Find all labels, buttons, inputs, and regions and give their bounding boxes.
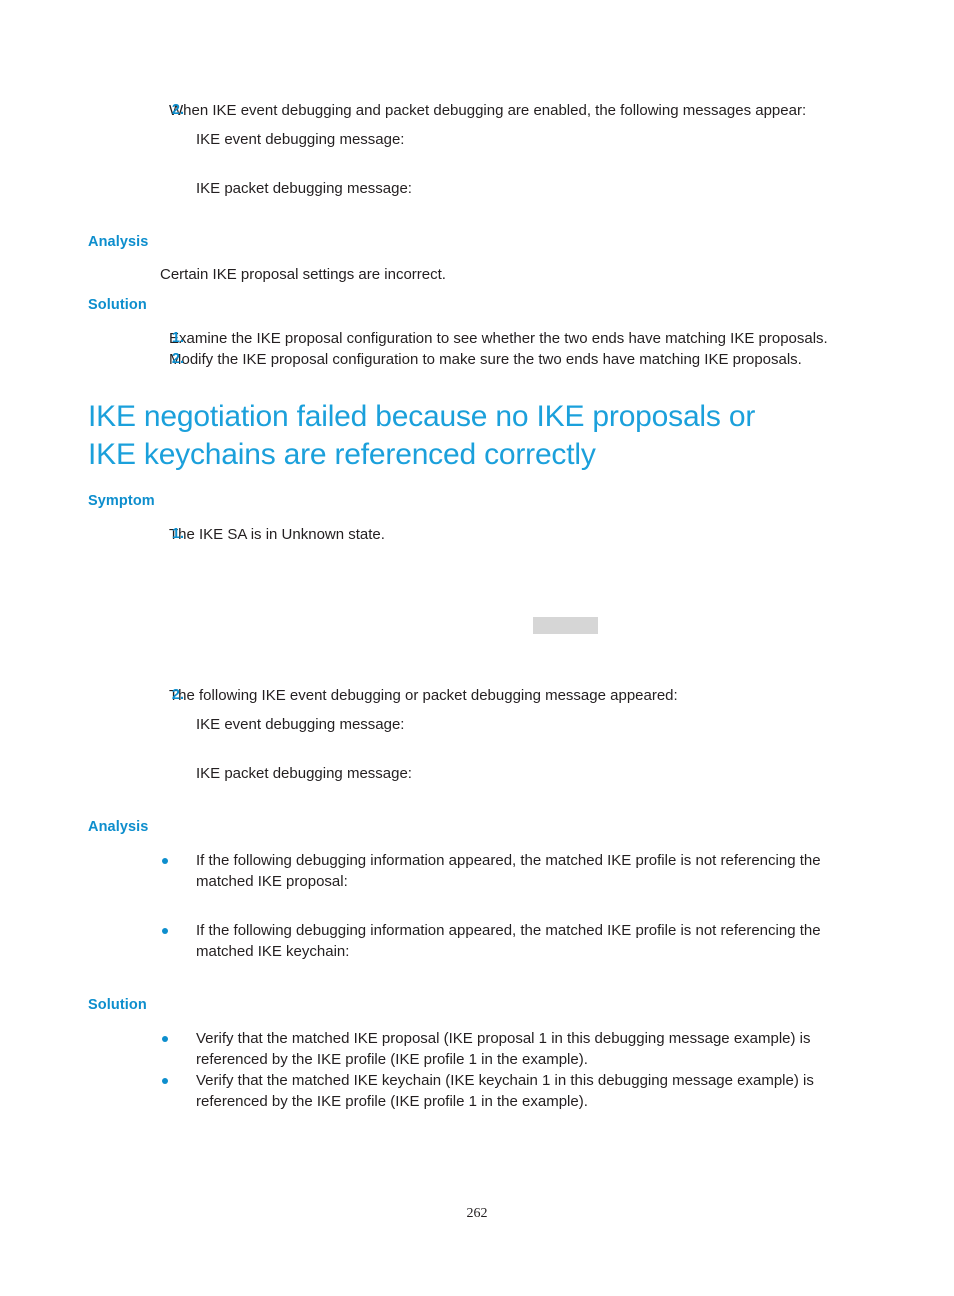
top-step-list: 2. When IKE event debugging and packet d… bbox=[88, 100, 868, 121]
top-analysis-heading-block: Analysis bbox=[88, 233, 868, 251]
analysis-bullet-list: If the following debugging information a… bbox=[88, 850, 868, 962]
analysis-heading: Analysis bbox=[88, 819, 149, 835]
bullet-dot-icon bbox=[162, 1036, 168, 1042]
page-title: IKE negotiation failed because no IKE pr… bbox=[88, 400, 756, 471]
list-marker: 2. bbox=[171, 102, 184, 118]
list-item: If the following debugging information a… bbox=[88, 920, 868, 962]
top-step-block: 2. When IKE event debugging and packet d… bbox=[88, 100, 868, 199]
top-analysis-body-block: Certain IKE proposal settings are incorr… bbox=[88, 264, 868, 285]
main-analysis-bullets-block: If the following debugging information a… bbox=[88, 850, 868, 962]
page-number: 262 bbox=[466, 1206, 488, 1221]
list-item-text: If the following debugging information a… bbox=[196, 852, 821, 890]
symptom-heading: Symptom bbox=[88, 493, 155, 509]
main-solution-heading-block: Solution bbox=[88, 996, 868, 1014]
bullet-dot-icon bbox=[162, 1078, 168, 1084]
top-solution-list-block: 1. Examine the IKE proposal configuratio… bbox=[88, 328, 868, 370]
symptom-list: 1. The IKE SA is in Unknown state. bbox=[88, 524, 868, 545]
list-item-text: The IKE SA is in Unknown state. bbox=[169, 526, 385, 543]
list-item: 2. The following IKE event debugging or … bbox=[88, 685, 868, 706]
page-title-block: IKE negotiation failed because no IKE pr… bbox=[88, 398, 868, 474]
document-page: 2. When IKE event debugging and packet d… bbox=[0, 0, 954, 1296]
list-marker: 2. bbox=[171, 351, 184, 367]
list-item-text: When IKE event debugging and packet debu… bbox=[169, 102, 807, 119]
symptom-step2-list: 2. The following IKE event debugging or … bbox=[88, 685, 868, 706]
list-item: 2. When IKE event debugging and packet d… bbox=[88, 100, 868, 121]
list-marker: 1. bbox=[171, 526, 184, 542]
list-item-text: Examine the IKE proposal configuration t… bbox=[169, 330, 828, 347]
list-item-text: Verify that the matched IKE proposal (IK… bbox=[196, 1030, 811, 1068]
list-item: 2. Modify the IKE proposal configuration… bbox=[88, 349, 868, 370]
list-item-text: Modify the IKE proposal configuration to… bbox=[169, 351, 802, 368]
ike-packet-debug-label: IKE packet debugging message: bbox=[196, 765, 412, 782]
list-item-text: If the following debugging information a… bbox=[196, 922, 821, 960]
solution-heading: Solution bbox=[88, 297, 147, 313]
ike-event-debug-label: IKE event debugging message: bbox=[196, 131, 405, 148]
solution-heading: Solution bbox=[88, 997, 147, 1013]
main-analysis-heading-block: Analysis bbox=[88, 818, 868, 836]
list-item-text: The following IKE event debugging or pac… bbox=[169, 687, 678, 704]
list-item: Verify that the matched IKE keychain (IK… bbox=[88, 1070, 868, 1112]
list-marker: 2. bbox=[171, 687, 184, 703]
bullet-dot-icon bbox=[162, 858, 168, 864]
solution-bullet-list: Verify that the matched IKE proposal (IK… bbox=[88, 1028, 868, 1112]
ike-event-debug-label: IKE event debugging message: bbox=[196, 716, 405, 733]
main-solution-bullets-block: Verify that the matched IKE proposal (IK… bbox=[88, 1028, 868, 1112]
top-solution-list: 1. Examine the IKE proposal configuratio… bbox=[88, 328, 868, 370]
top-solution-heading-block: Solution bbox=[88, 296, 868, 314]
analysis-heading: Analysis bbox=[88, 234, 149, 250]
list-item: Verify that the matched IKE proposal (IK… bbox=[88, 1028, 868, 1070]
symptom-list-block: 1. The IKE SA is in Unknown state. bbox=[88, 524, 868, 545]
redacted-output-block bbox=[533, 617, 598, 634]
list-item: 1. Examine the IKE proposal configuratio… bbox=[88, 328, 868, 349]
symptom-step2-block: 2. The following IKE event debugging or … bbox=[88, 685, 868, 784]
ike-packet-debug-label: IKE packet debugging message: bbox=[196, 180, 412, 197]
bullet-dot-icon bbox=[162, 928, 168, 934]
list-item: If the following debugging information a… bbox=[88, 850, 868, 892]
symptom-heading-block: Symptom bbox=[88, 492, 868, 510]
list-item: 1. The IKE SA is in Unknown state. bbox=[88, 524, 868, 545]
analysis-paragraph: Certain IKE proposal settings are incorr… bbox=[160, 266, 446, 283]
list-marker: 1. bbox=[171, 330, 184, 346]
list-item-text: Verify that the matched IKE keychain (IK… bbox=[196, 1072, 814, 1110]
